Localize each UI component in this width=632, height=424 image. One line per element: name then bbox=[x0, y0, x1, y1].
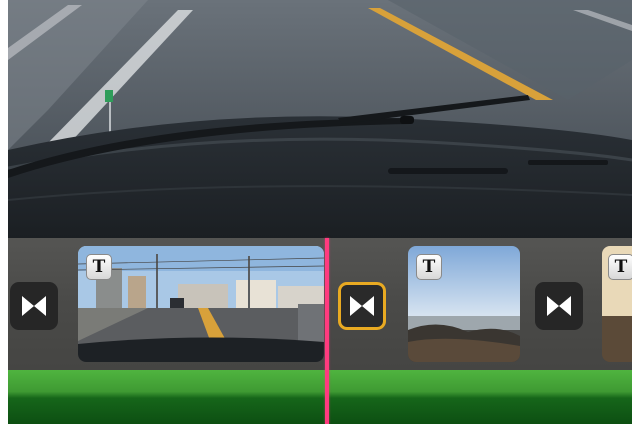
timeline[interactable]: T T T bbox=[8, 238, 632, 424]
transition-button[interactable] bbox=[10, 282, 58, 330]
title-badge-button[interactable]: T bbox=[608, 254, 632, 280]
video-track: T T T bbox=[8, 238, 632, 370]
video-preview[interactable] bbox=[8, 0, 632, 238]
transition-bowtie-icon bbox=[547, 296, 571, 316]
imovie-project-view: T T T bbox=[8, 0, 632, 424]
title-badge-button[interactable]: T bbox=[416, 254, 442, 280]
transition-bowtie-icon bbox=[350, 296, 374, 316]
video-clip[interactable]: T bbox=[602, 246, 632, 362]
playhead[interactable] bbox=[325, 238, 329, 424]
transition-button-selected[interactable] bbox=[338, 282, 386, 330]
video-clip[interactable]: T bbox=[408, 246, 520, 362]
preview-frame-image bbox=[8, 0, 632, 238]
transition-button[interactable] bbox=[535, 282, 583, 330]
video-clip[interactable]: T bbox=[78, 246, 324, 362]
title-badge-button[interactable]: T bbox=[86, 254, 112, 280]
clip-thumbnail bbox=[78, 246, 324, 362]
audio-track[interactable] bbox=[8, 370, 632, 424]
transition-bowtie-icon bbox=[22, 296, 46, 316]
